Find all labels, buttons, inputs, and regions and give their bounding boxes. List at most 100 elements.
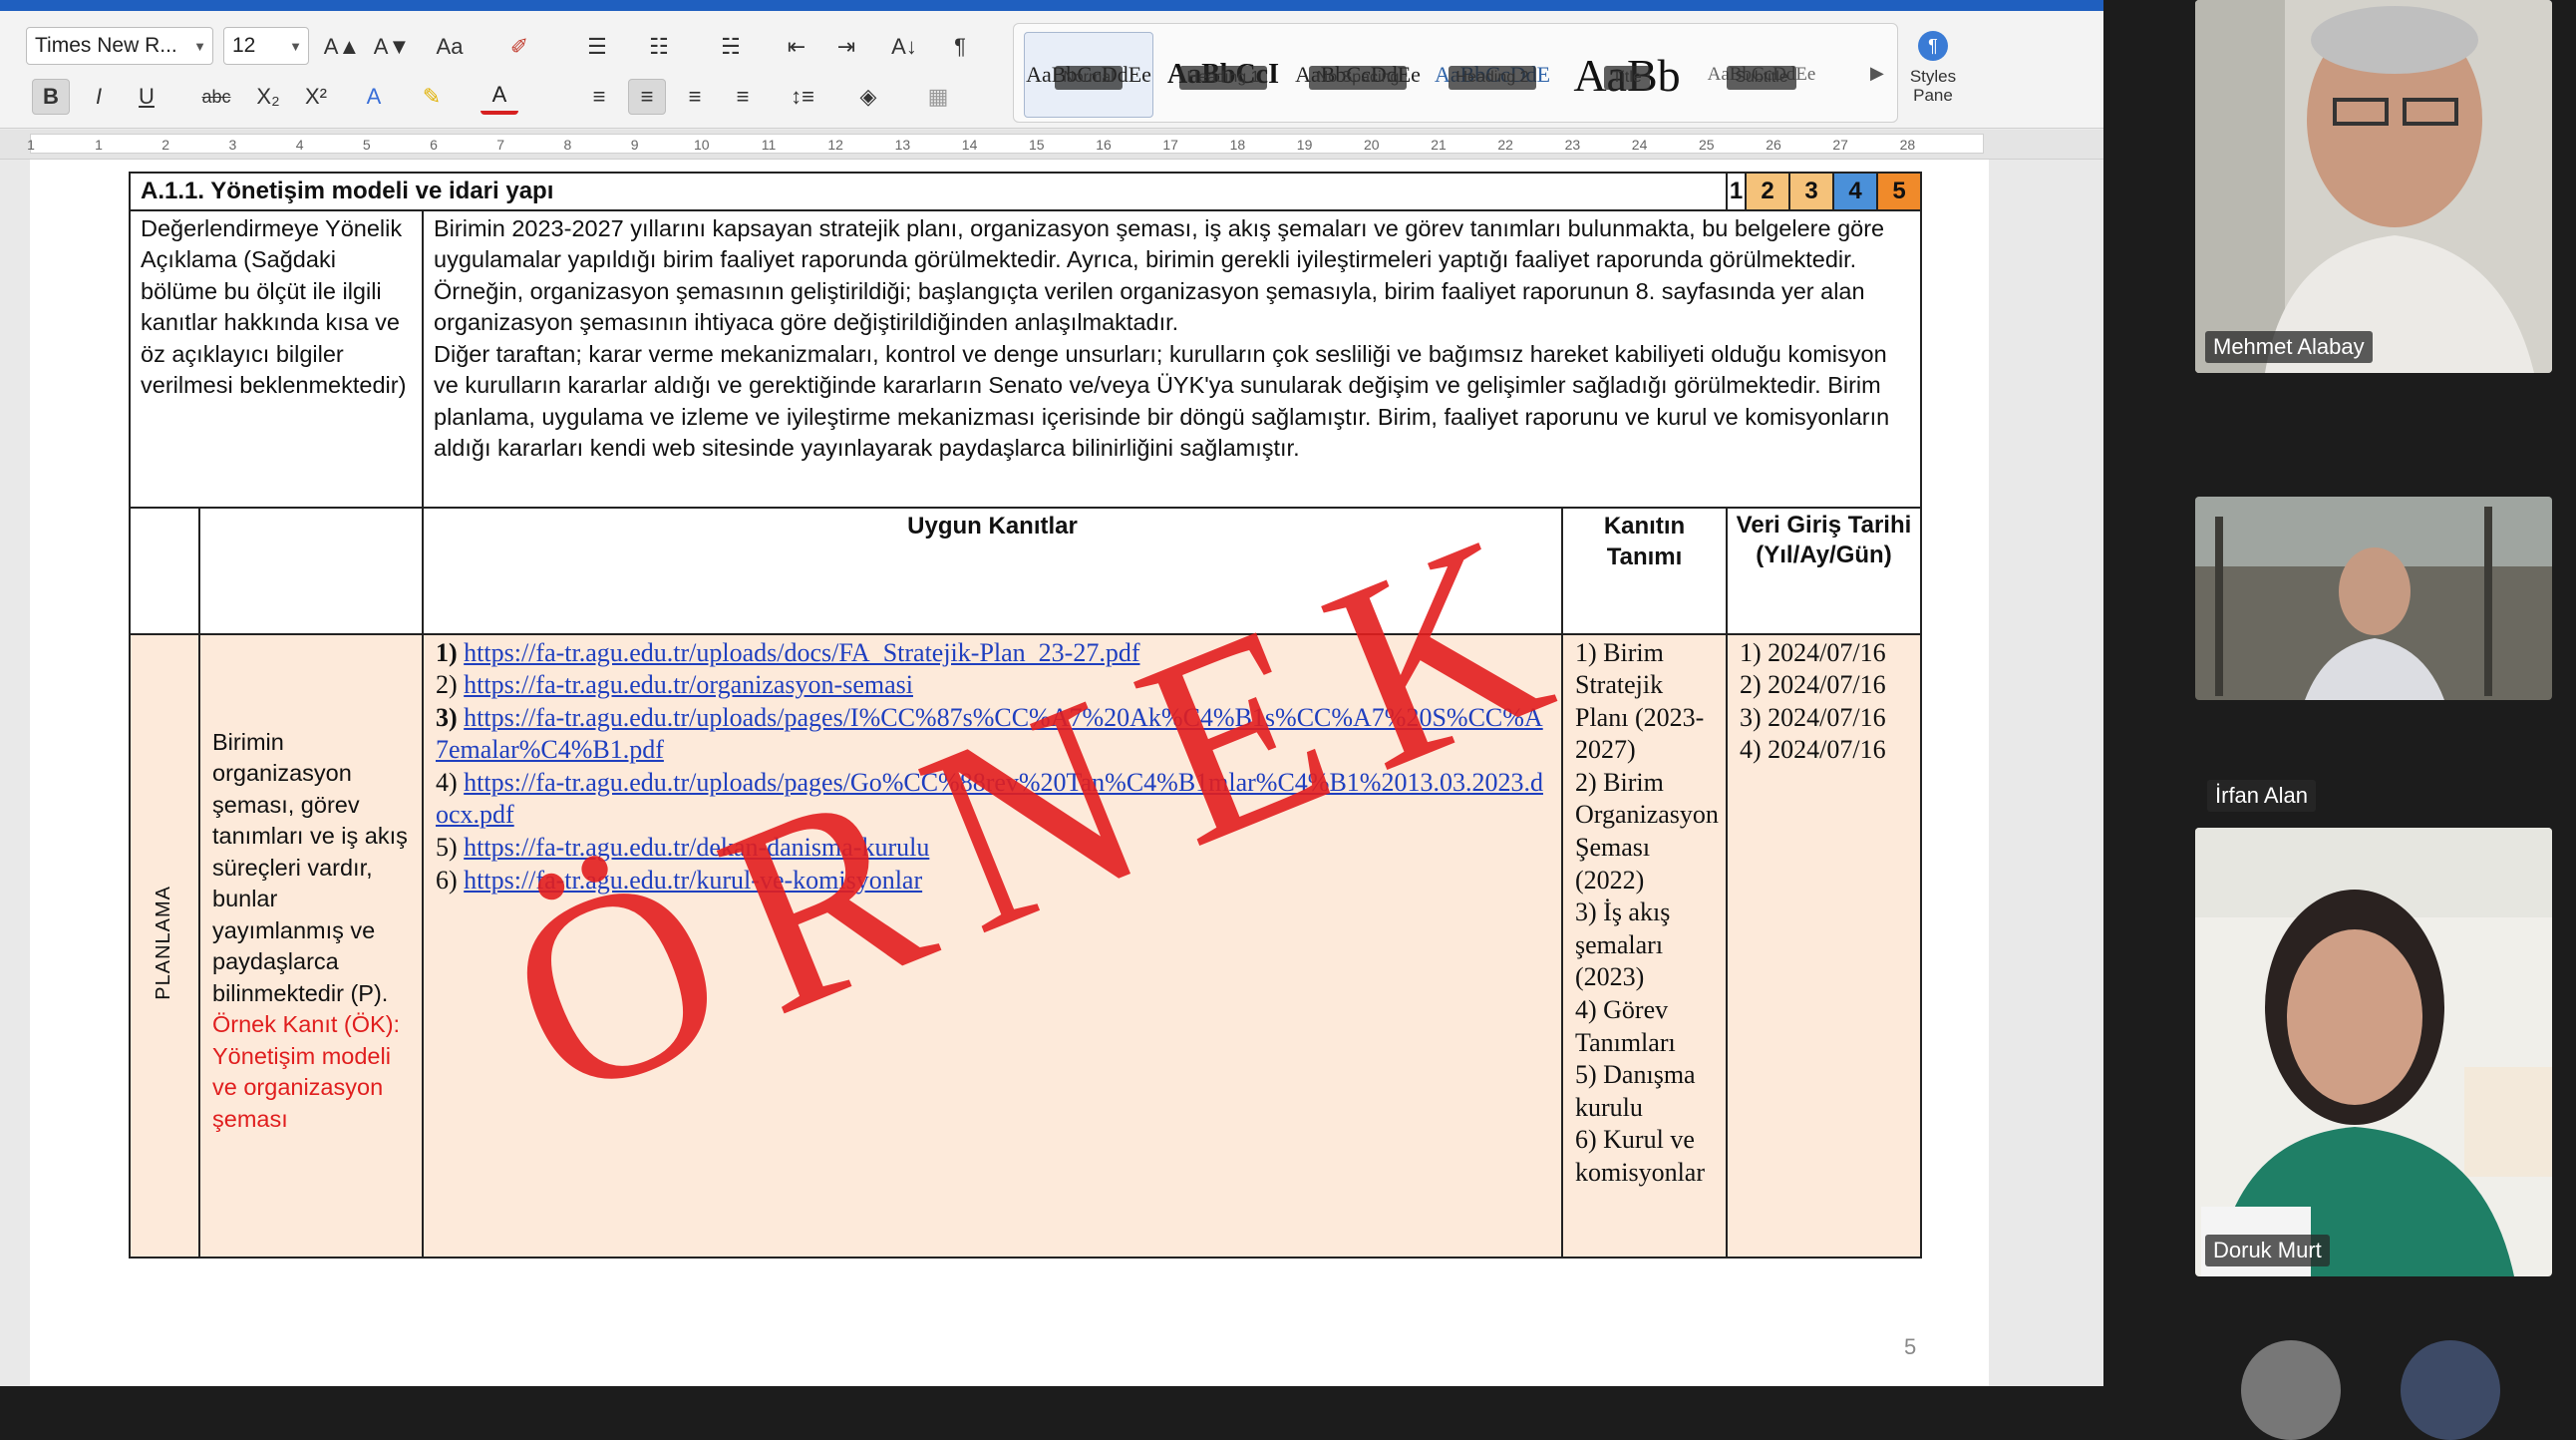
dates-cell: 1) 2024/07/16 2) 2024/07/16 3) 2024/07/16 4… bbox=[1726, 632, 1922, 1259]
style-no-spacing[interactable]: AaBbCcDdEeNo Spacing bbox=[1293, 32, 1423, 118]
ruler-mark: 6 bbox=[430, 137, 438, 153]
participant-video bbox=[2195, 828, 2552, 1276]
evidence-link[interactable]: https://fa-tr.agu.edu.tr/dekan-danisma-k… bbox=[464, 833, 929, 862]
header-blank bbox=[198, 506, 424, 635]
subscript-button[interactable]: X₂ bbox=[249, 79, 287, 115]
link-number: 2) bbox=[436, 670, 458, 700]
date-item: 3) 2024/07/16 bbox=[1740, 702, 1886, 732]
ruler-track: 1 1 2 3 4 5 6 7 8 9 10 11 12 13 14 15 16 17 18 19 20 21 22 23 24… bbox=[27, 134, 1984, 154]
borders-button[interactable]: ▦ bbox=[919, 79, 957, 115]
score-value: 5 bbox=[1892, 178, 1906, 204]
style-heading-2[interactable]: AaBbCcDdEHeading 2 bbox=[1428, 32, 1557, 118]
bullets-button[interactable]: ☰ bbox=[578, 29, 616, 65]
gallery-next-icon[interactable]: ▶ bbox=[1870, 63, 1884, 84]
evidence-links-cell: 1) https://fa-tr.agu.edu.tr/uploads/docs… bbox=[422, 632, 1563, 1259]
style-name: Subtitle bbox=[1727, 66, 1796, 90]
numbering-button[interactable]: ☷ bbox=[640, 29, 678, 65]
decrease-indent-button[interactable]: ⇤ bbox=[778, 29, 815, 65]
ruler-mark: 23 bbox=[1564, 137, 1581, 153]
style-normal[interactable]: AaBbCcDdEeNormal bbox=[1024, 32, 1153, 118]
strikethrough-button[interactable]: abc bbox=[197, 79, 235, 115]
evidence-link[interactable]: https://fa-tr.agu.edu.tr/uploads/pages/I… bbox=[436, 703, 1543, 765]
evidence-link[interactable]: https://fa-tr.agu.edu.tr/uploads/docs/FA… bbox=[464, 638, 1139, 667]
evidence-link-item: 1) https://fa-tr.agu.edu.tr/uploads/docs… bbox=[436, 637, 1549, 670]
grow-font-button[interactable]: A▲ bbox=[323, 29, 361, 65]
evidence-link-item: 4) https://fa-tr.agu.edu.tr/uploads/page… bbox=[436, 767, 1549, 832]
horizontal-ruler[interactable]: 1 1 2 3 4 5 6 7 8 9 10 11 12 13 14 15 16 17 18 19 20 21 22 23 24… bbox=[0, 130, 2103, 160]
styles-pane-icon: ¶ bbox=[1918, 31, 1948, 61]
row-category: PLANLAMA bbox=[129, 632, 200, 1259]
shading-icon[interactable]: ◈ bbox=[849, 79, 887, 115]
superscript-button[interactable]: X² bbox=[297, 79, 335, 115]
score-value: 2 bbox=[1761, 178, 1774, 204]
align-right-button[interactable]: ≡ bbox=[676, 79, 714, 115]
participant-avatar[interactable] bbox=[2401, 1340, 2500, 1440]
participant-tile[interactable]: Doruk Murt bbox=[2195, 828, 2552, 1276]
styles-pane-label-2: Pane bbox=[1913, 86, 1953, 105]
font-color-button[interactable]: A bbox=[481, 79, 518, 115]
description-text[interactable]: Birimin 2023-2027 yıllarını kapsayan str… bbox=[422, 208, 1922, 509]
styles-pane-button[interactable]: ¶ Styles Pane bbox=[1900, 25, 1966, 125]
score-cell: 3 bbox=[1788, 172, 1834, 211]
justify-button[interactable]: ≡ bbox=[724, 79, 762, 115]
evidence-link[interactable]: https://fa-tr.agu.edu.tr/kurul-ve-komisy… bbox=[464, 866, 922, 895]
definition-item: 5) Danışma kurulu bbox=[1575, 1060, 1696, 1122]
score-cell: 2 bbox=[1745, 172, 1790, 211]
document-page[interactable]: A.1.1. Yönetişim modeli ve idari yapı 1 … bbox=[30, 160, 1989, 1386]
style-name: Heading 2 bbox=[1448, 66, 1537, 90]
participant-avatar[interactable] bbox=[2241, 1340, 2341, 1440]
font-size-select[interactable]: 12 ▼ bbox=[223, 27, 309, 65]
style-title[interactable]: AaBbTitle bbox=[1562, 32, 1692, 118]
header-blank bbox=[129, 506, 200, 635]
italic-button[interactable]: I bbox=[80, 79, 118, 115]
change-case-button[interactable]: Aa bbox=[431, 29, 469, 65]
evidence-link[interactable]: https://fa-tr.agu.edu.tr/uploads/pages/G… bbox=[436, 768, 1543, 830]
styles-pane-label: Styles bbox=[1909, 67, 1957, 86]
font-size-value: 12 bbox=[232, 34, 256, 57]
ruler-mark: 17 bbox=[1162, 137, 1178, 153]
evidence-link-item: 5) https://fa-tr.agu.edu.tr/dekan-danism… bbox=[436, 832, 1549, 865]
ruler-mark: 28 bbox=[1899, 137, 1916, 153]
align-center-button[interactable]: ≡ bbox=[628, 79, 666, 115]
header-definition: Kanıtın Tanımı bbox=[1561, 506, 1728, 635]
text-effects-button[interactable]: A bbox=[355, 79, 393, 115]
clear-formatting-button[interactable]: ✐ bbox=[500, 29, 538, 65]
underline-button[interactable]: U bbox=[128, 79, 165, 115]
word-document-window: Times New R... ▼ 12 ▼ A▲ A▼ Aa ✐ B I U abc… bbox=[0, 0, 2103, 1386]
participant-tile[interactable] bbox=[2195, 497, 2552, 700]
shrink-font-button[interactable]: A▼ bbox=[373, 29, 411, 65]
participant-name: İrfan Alan bbox=[2207, 780, 2316, 812]
date-item: 1) 2024/07/16 bbox=[1740, 637, 1886, 667]
header-date: Veri Giriş Tarihi (Yıl/Ay/Gün) bbox=[1726, 506, 1922, 635]
participant-name: Doruk Murt bbox=[2205, 1235, 2330, 1266]
highlight-icon[interactable]: ✎ bbox=[413, 79, 451, 115]
increase-indent-button[interactable]: ⇥ bbox=[827, 29, 865, 65]
style-heading-1[interactable]: AaBbCcIHeading 1 bbox=[1158, 32, 1288, 118]
date-item: 4) 2024/07/16 bbox=[1740, 735, 1886, 765]
align-left-button[interactable]: ≡ bbox=[580, 79, 618, 115]
ruler-mark: 27 bbox=[1832, 137, 1848, 153]
participant-tile[interactable]: Mehmet Alabay bbox=[2195, 0, 2552, 373]
style-subtitle[interactable]: AaBbCcDdEeSubtitle bbox=[1697, 32, 1826, 118]
ruler-mark: 12 bbox=[827, 137, 843, 153]
sort-button[interactable]: A↓ bbox=[885, 29, 923, 65]
description-paragraph: Diğer taraftan; karar verme mekanizmalar… bbox=[434, 340, 1890, 462]
show-formatting-marks-button[interactable]: ¶ bbox=[941, 29, 979, 65]
link-number: 3) bbox=[436, 702, 458, 732]
evidence-link[interactable]: https://fa-tr.agu.edu.tr/organizasyon-se… bbox=[464, 670, 913, 699]
ruler-mark: 22 bbox=[1497, 137, 1513, 153]
definition-item: 6) Kurul ve komisyonlar bbox=[1575, 1125, 1705, 1187]
score-value: 4 bbox=[1848, 178, 1862, 204]
definition-item: 4) Görev Tanımları bbox=[1575, 995, 1676, 1057]
multilevel-list-button[interactable]: ☵ bbox=[712, 29, 750, 65]
link-number: 5) bbox=[436, 833, 458, 863]
evidence-link-item: 2) https://fa-tr.agu.edu.tr/organizasyon… bbox=[436, 669, 1549, 702]
styles-gallery: AaBbCcDdEeNormalAaBbCcIHeading 1AaBbCcDd… bbox=[1013, 23, 1898, 123]
criterion-cell: Birimin organizasyon şeması, görev tanım… bbox=[198, 632, 424, 1259]
font-name-select[interactable]: Times New R... ▼ bbox=[26, 27, 213, 65]
link-number: 4) bbox=[436, 767, 458, 797]
bold-button[interactable]: B bbox=[32, 79, 70, 115]
line-spacing-button[interactable]: ↕≡ bbox=[784, 79, 821, 115]
row-category-label: PLANLAMA bbox=[153, 886, 175, 1000]
participant-video bbox=[2195, 497, 2552, 700]
